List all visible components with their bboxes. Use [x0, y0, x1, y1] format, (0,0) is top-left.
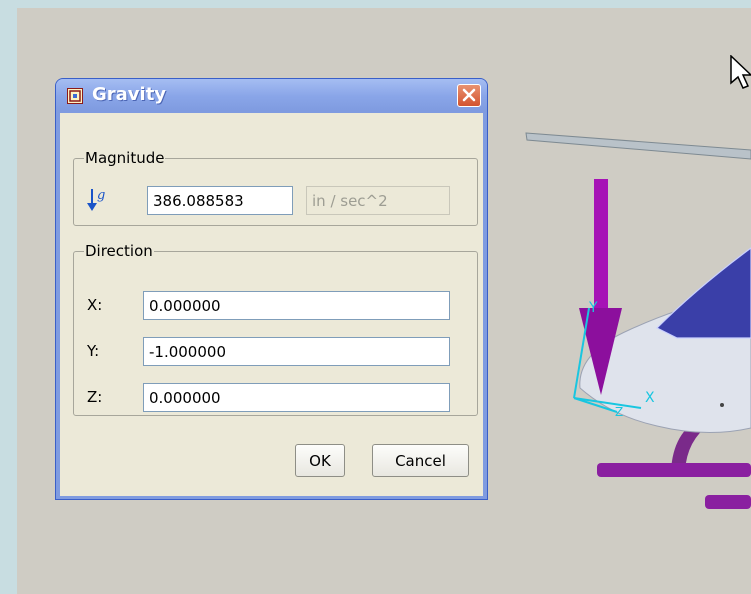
magnitude-input[interactable] [147, 186, 293, 215]
mouse-pointer-icon [730, 55, 751, 89]
dialog-title: Gravity [92, 84, 167, 105]
axis-label-y: Y [588, 300, 598, 316]
direction-legend: Direction [85, 242, 153, 260]
axis-label-x: X [645, 390, 655, 406]
dialog-client: Magnitude g Direction X: Y: Z: OK Cancel [60, 113, 483, 496]
direction-x-label: X: [87, 296, 103, 314]
ok-button[interactable]: OK [295, 444, 345, 477]
dialog-app-icon [67, 88, 83, 104]
rotor-blade [525, 132, 751, 160]
magnitude-units-field [306, 186, 450, 215]
direction-y-input[interactable] [143, 337, 450, 366]
close-icon [462, 88, 476, 102]
direction-x-input[interactable] [143, 291, 450, 320]
axis-label-z: Z [615, 405, 623, 419]
direction-y-label: Y: [87, 342, 100, 360]
magnitude-legend: Magnitude [85, 149, 165, 167]
body-rivet [720, 403, 724, 407]
svg-text:g: g [97, 188, 105, 203]
direction-z-input[interactable] [143, 383, 450, 412]
gravity-arrow-shaft [594, 179, 608, 312]
dialog-titlebar[interactable]: Gravity [56, 79, 487, 111]
skid-rear [705, 495, 751, 509]
gravity-g-icon: g [87, 188, 105, 211]
skid-front [597, 463, 751, 477]
close-button[interactable] [457, 84, 481, 107]
cockpit-window [655, 247, 751, 339]
gravity-dialog: Gravity Magnitude g Direction X: Y: Z: O… [55, 78, 488, 500]
direction-z-label: Z: [87, 388, 103, 406]
cancel-button[interactable]: Cancel [372, 444, 469, 477]
